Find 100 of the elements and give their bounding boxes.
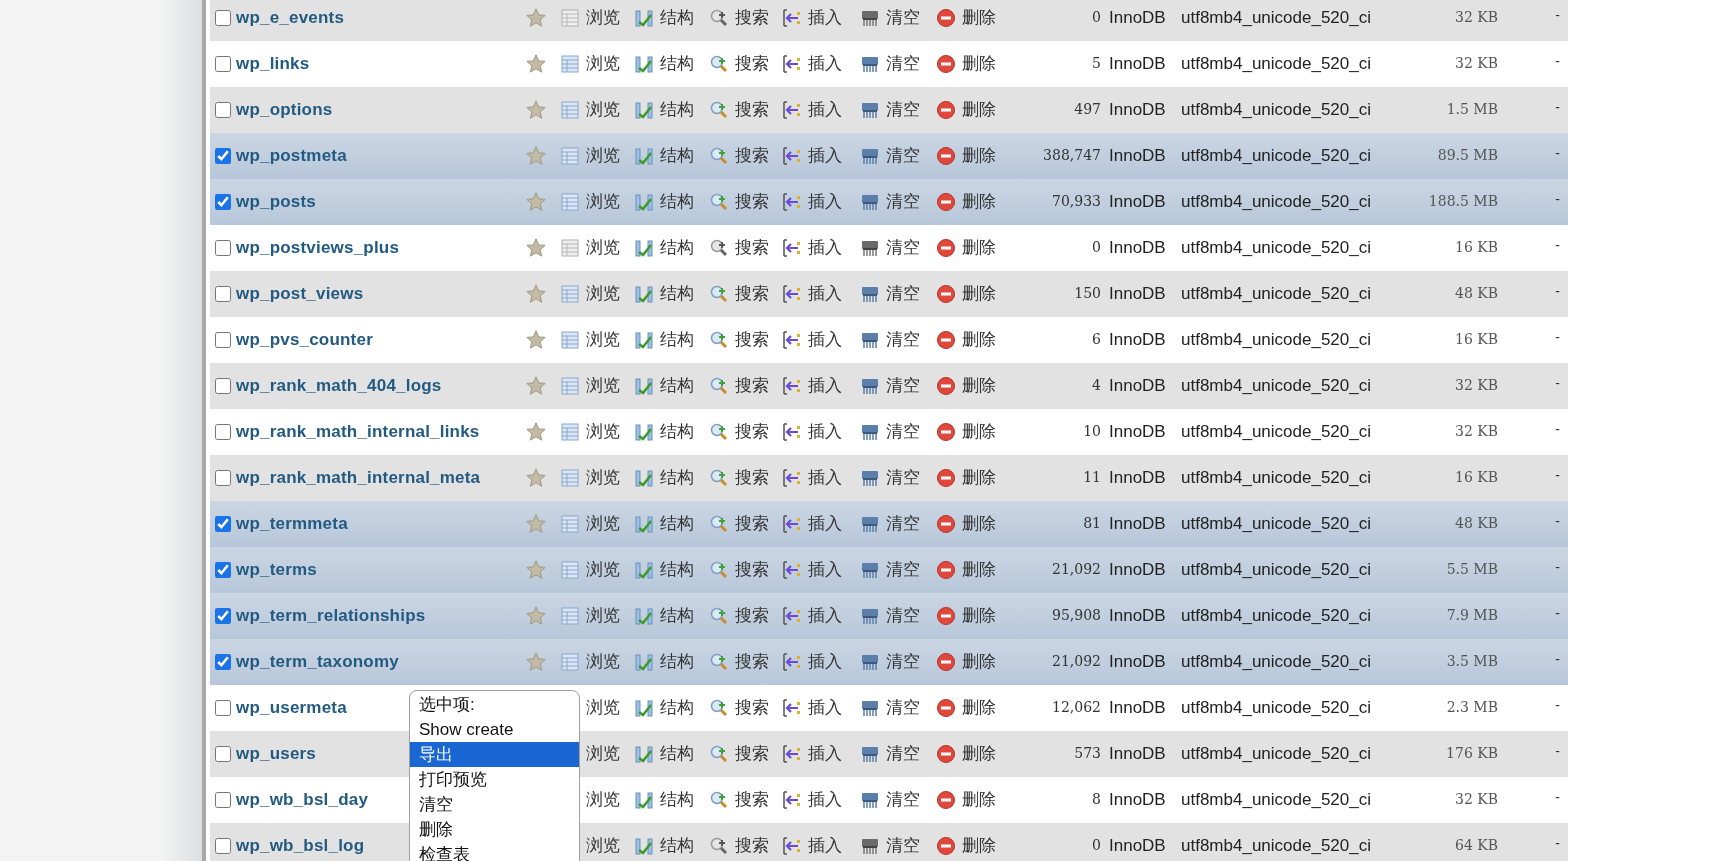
action-link[interactable]: 插入	[808, 281, 842, 307]
table-row[interactable]: wp_options 浏览 结构 搜索 插入 清空 删除 497 InnoDB utf8mb4_unicode_520_ci 1.5 MB -	[210, 87, 1568, 133]
action-link[interactable]: 插入	[808, 51, 842, 77]
row-checkbox[interactable]	[215, 56, 231, 72]
table-row[interactable]: wp_termmeta 浏览 结构 搜索 插入 清空 删除 81 InnoDB utf8mb4_unicode_520_ci 48 KB -	[210, 501, 1568, 547]
action-link[interactable]: 删除	[962, 419, 996, 445]
row-checkbox[interactable]	[215, 240, 231, 256]
table-name-link[interactable]: wp_usermeta	[236, 698, 347, 718]
action-link[interactable]: 浏览	[586, 833, 620, 859]
action-link[interactable]: 清空	[886, 235, 920, 261]
action-link[interactable]: 删除	[962, 649, 996, 675]
action-link[interactable]: 插入	[808, 833, 842, 859]
action-link[interactable]: 搜索	[735, 327, 769, 353]
action-link[interactable]: 插入	[808, 189, 842, 215]
table-name-link[interactable]: wp_term_relationships	[236, 606, 426, 626]
action-link[interactable]: 删除	[962, 787, 996, 813]
action-link[interactable]: 插入	[808, 787, 842, 813]
action-link[interactable]: 结构	[660, 511, 694, 537]
row-checkbox[interactable]	[215, 516, 231, 532]
star-icon[interactable]	[525, 513, 547, 535]
action-link[interactable]: 搜索	[735, 5, 769, 31]
star-icon[interactable]	[525, 329, 547, 351]
action-link[interactable]: 结构	[660, 97, 694, 123]
table-name-link[interactable]: wp_terms	[236, 560, 317, 580]
row-checkbox[interactable]	[215, 470, 231, 486]
action-link[interactable]: 浏览	[586, 419, 620, 445]
action-link[interactable]: 清空	[886, 143, 920, 169]
action-link[interactable]: 结构	[660, 833, 694, 859]
action-link[interactable]: 清空	[886, 787, 920, 813]
action-link[interactable]: 搜索	[735, 143, 769, 169]
table-name-link[interactable]: wp_wb_bsl_day	[236, 790, 369, 810]
action-link[interactable]: 搜索	[735, 833, 769, 859]
action-link[interactable]: 清空	[886, 695, 920, 721]
action-link[interactable]: 清空	[886, 419, 920, 445]
table-name-link[interactable]: wp_postmeta	[236, 146, 347, 166]
action-link[interactable]: 结构	[660, 741, 694, 767]
row-checkbox[interactable]	[215, 102, 231, 118]
action-link[interactable]: 浏览	[586, 465, 620, 491]
star-icon[interactable]	[525, 467, 547, 489]
action-link[interactable]: 插入	[808, 5, 842, 31]
action-link[interactable]: 删除	[962, 189, 996, 215]
action-link[interactable]: 插入	[808, 97, 842, 123]
star-icon[interactable]	[525, 145, 547, 167]
dropdown-option[interactable]: 导出	[410, 742, 579, 767]
action-link[interactable]: 删除	[962, 373, 996, 399]
row-checkbox[interactable]	[215, 700, 231, 716]
table-name-link[interactable]: wp_term_taxonomy	[236, 652, 399, 672]
action-link[interactable]: 结构	[660, 787, 694, 813]
table-row[interactable]: wp_term_relationships 浏览 结构 搜索 插入 清空 删除 95,908 InnoDB utf8mb4_unicode_520_ci 7.9 MB -	[210, 593, 1568, 639]
action-link[interactable]: 插入	[808, 419, 842, 445]
action-link[interactable]: 清空	[886, 511, 920, 537]
action-link[interactable]: 搜索	[735, 557, 769, 583]
action-link[interactable]: 清空	[886, 833, 920, 859]
star-icon[interactable]	[525, 99, 547, 121]
action-link[interactable]: 浏览	[586, 649, 620, 675]
action-link[interactable]: 清空	[886, 5, 920, 31]
action-link[interactable]: 浏览	[586, 511, 620, 537]
table-name-link[interactable]: wp_rank_math_404_logs	[236, 376, 442, 396]
action-link[interactable]: 清空	[886, 189, 920, 215]
star-icon[interactable]	[525, 7, 547, 29]
table-name-link[interactable]: wp_wb_bsl_log	[236, 836, 365, 856]
table-row[interactable]: wp_term_taxonomy 浏览 结构 搜索 插入 清空 删除 21,092 InnoDB utf8mb4_unicode_520_ci 3.5 MB -	[210, 639, 1568, 685]
action-link[interactable]: 搜索	[735, 465, 769, 491]
action-link[interactable]: 搜索	[735, 649, 769, 675]
action-link[interactable]: 插入	[808, 373, 842, 399]
action-link[interactable]: 搜索	[735, 419, 769, 445]
table-row[interactable]: wp_rank_math_404_logs 浏览 结构 搜索 插入 清空 删除 4 InnoDB utf8mb4_unicode_520_ci 32 KB -	[210, 363, 1568, 409]
table-row[interactable]: wp_e_events 浏览 结构 搜索 插入 清空 删除 0 InnoDB utf8mb4_unicode_520_ci 32 KB -	[210, 0, 1568, 41]
action-link[interactable]: 结构	[660, 51, 694, 77]
row-checkbox[interactable]	[215, 332, 231, 348]
action-link[interactable]: 插入	[808, 327, 842, 353]
star-icon[interactable]	[525, 191, 547, 213]
row-checkbox[interactable]	[215, 286, 231, 302]
action-link[interactable]: 插入	[808, 603, 842, 629]
row-checkbox[interactable]	[215, 792, 231, 808]
action-link[interactable]: 删除	[962, 143, 996, 169]
action-link[interactable]: 搜索	[735, 787, 769, 813]
action-link[interactable]: 删除	[962, 511, 996, 537]
action-link[interactable]: 插入	[808, 695, 842, 721]
action-link[interactable]: 浏览	[586, 327, 620, 353]
action-link[interactable]: 删除	[962, 741, 996, 767]
star-icon[interactable]	[525, 559, 547, 581]
table-name-link[interactable]: wp_post_views	[236, 284, 364, 304]
action-link[interactable]: 清空	[886, 465, 920, 491]
action-link[interactable]: 删除	[962, 833, 996, 859]
action-link[interactable]: 浏览	[586, 235, 620, 261]
action-link[interactable]: 插入	[808, 143, 842, 169]
row-checkbox[interactable]	[215, 838, 231, 854]
action-link[interactable]: 搜索	[735, 51, 769, 77]
action-link[interactable]: 结构	[660, 695, 694, 721]
action-link[interactable]: 结构	[660, 235, 694, 261]
star-icon[interactable]	[525, 283, 547, 305]
action-link[interactable]: 浏览	[586, 603, 620, 629]
action-link[interactable]: 搜索	[735, 741, 769, 767]
action-link[interactable]: 浏览	[586, 741, 620, 767]
action-link[interactable]: 搜索	[735, 97, 769, 123]
action-link[interactable]: 清空	[886, 603, 920, 629]
action-link[interactable]: 结构	[660, 557, 694, 583]
table-name-link[interactable]: wp_rank_math_internal_meta	[236, 468, 481, 488]
table-row[interactable]: wp_post_views 浏览 结构 搜索 插入 清空 删除 150 InnoDB utf8mb4_unicode_520_ci 48 KB -	[210, 271, 1568, 317]
